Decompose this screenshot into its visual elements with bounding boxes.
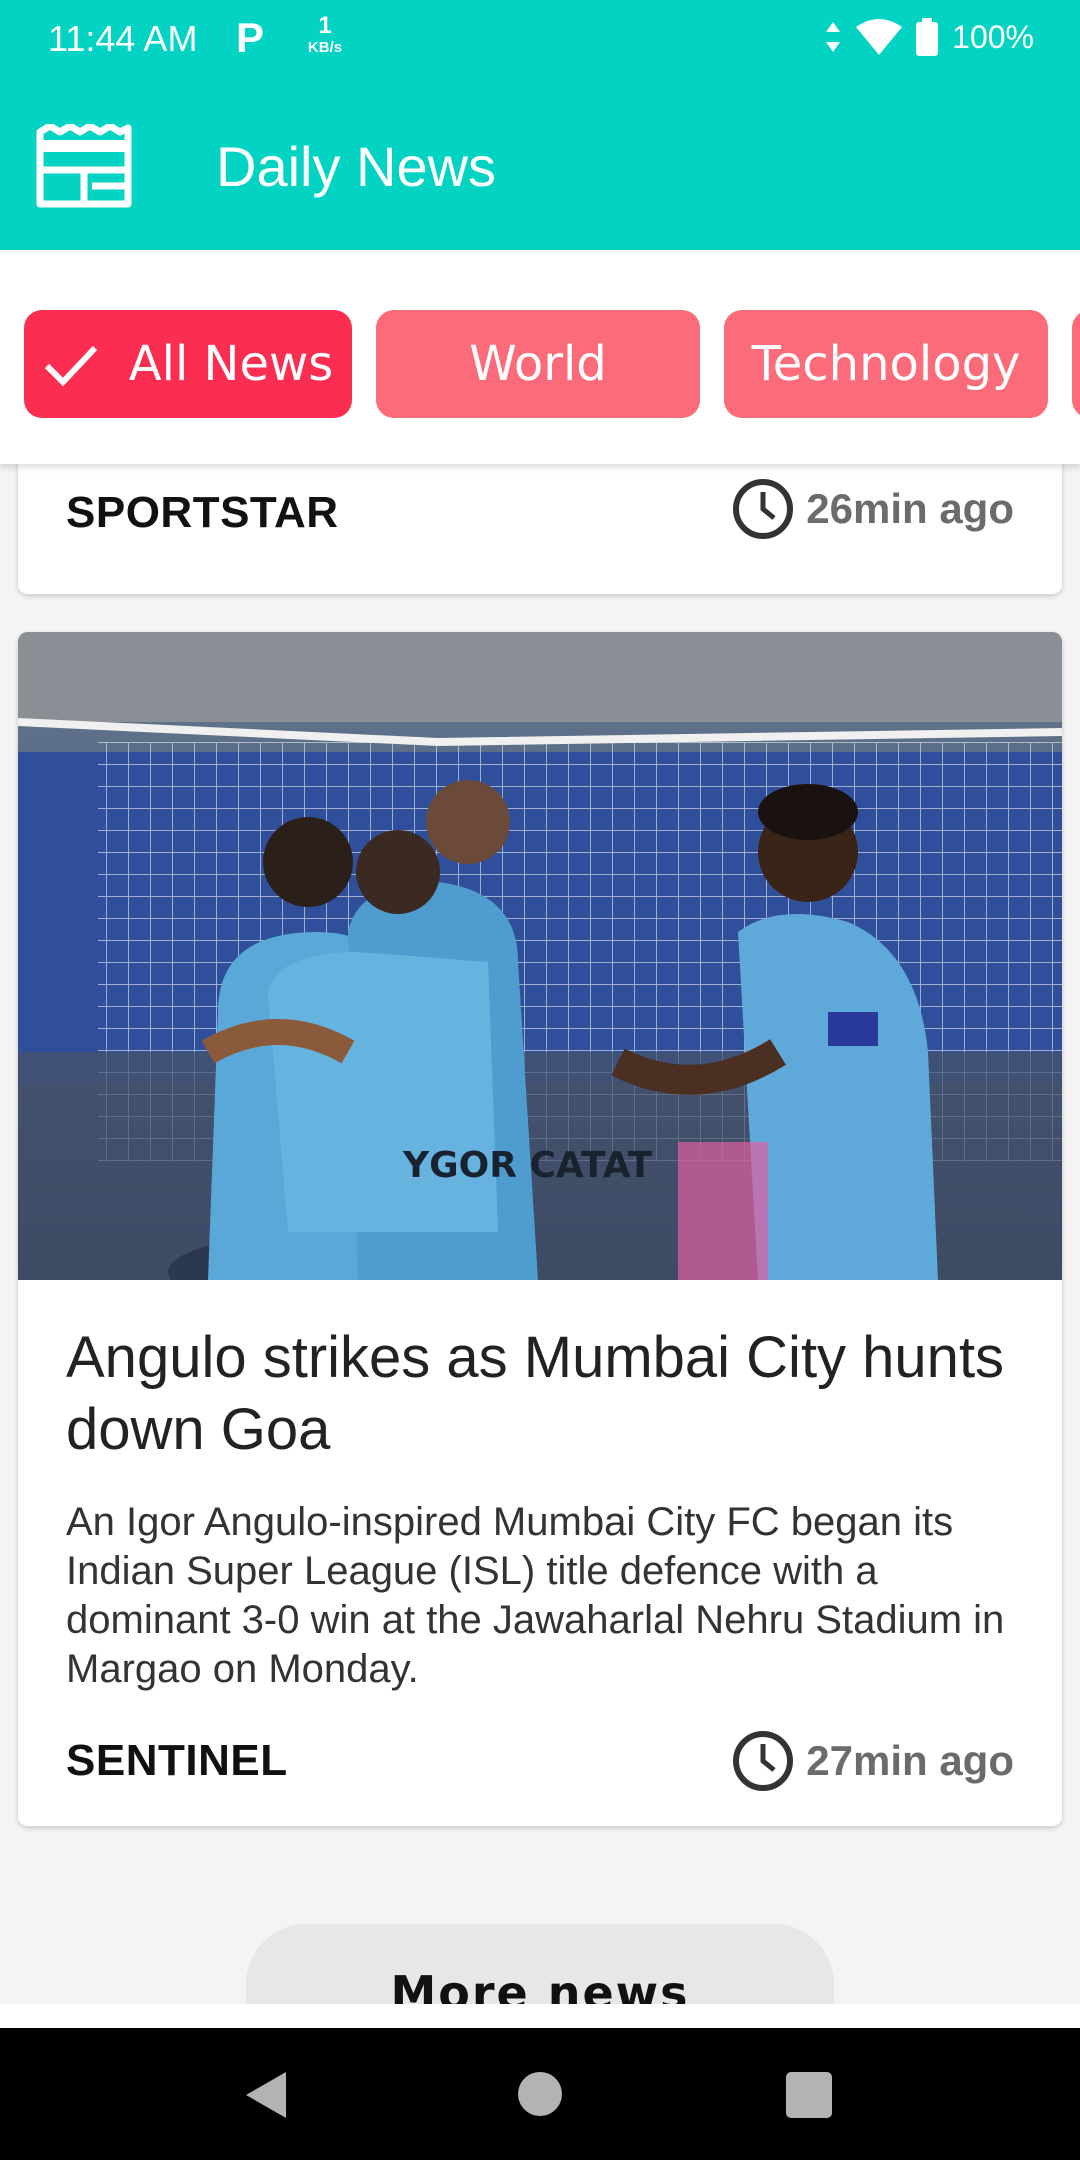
chip-label: All News bbox=[128, 336, 334, 392]
home-icon[interactable] bbox=[518, 2072, 562, 2116]
status-bar: 11:44 AM P 1 KB/s 100% bbox=[0, 0, 1080, 84]
chip-partial[interactable] bbox=[1072, 310, 1080, 418]
status-icons: 100% bbox=[824, 18, 1034, 56]
clock-icon bbox=[733, 479, 794, 539]
feed-bottom bbox=[0, 2004, 1080, 2028]
news-card[interactable]: SPORTSTAR 26min ago bbox=[18, 464, 1062, 594]
chip-all-news[interactable]: All News bbox=[24, 310, 352, 418]
status-time: 11:44 AM bbox=[48, 18, 198, 59]
battery-icon bbox=[916, 18, 939, 56]
data-arrows-icon bbox=[826, 22, 841, 52]
news-time-text: 26min ago bbox=[806, 485, 1014, 532]
chip-label: Technology bbox=[751, 336, 1021, 392]
news-feed[interactable]: SPORTSTAR 26min ago YGOR CATAT Angulo st… bbox=[0, 464, 1080, 2028]
recents-icon[interactable] bbox=[786, 2072, 832, 2118]
parking-icon: P bbox=[236, 14, 265, 61]
speed-unit: KB/s bbox=[307, 39, 343, 56]
network-speed: 1 KB/s bbox=[300, 12, 350, 56]
speed-value: 1 bbox=[318, 12, 332, 39]
news-source: SENTINEL bbox=[66, 1736, 288, 1785]
wifi-icon bbox=[856, 19, 903, 55]
news-time: 26min ago bbox=[732, 478, 1014, 540]
chip-world[interactable]: World bbox=[376, 310, 700, 418]
article-image: YGOR CATAT bbox=[18, 632, 1062, 1280]
back-icon[interactable] bbox=[244, 2070, 288, 2120]
news-time: 27min ago bbox=[732, 1730, 1014, 1792]
category-chips: All News World Technology bbox=[0, 250, 1080, 464]
news-card[interactable]: YGOR CATAT Angulo strikes as Mumbai City… bbox=[18, 632, 1062, 1826]
news-source: SPORTSTAR bbox=[66, 488, 339, 537]
chip-technology[interactable]: Technology bbox=[724, 310, 1048, 418]
chip-label: World bbox=[469, 336, 607, 392]
news-description: An Igor Angulo-inspired Mumbai City FC b… bbox=[66, 1500, 1005, 1691]
newspaper-icon bbox=[36, 124, 132, 208]
app-bar: Daily News bbox=[0, 84, 1080, 250]
app-title: Daily News bbox=[216, 135, 497, 198]
news-time-text: 27min ago bbox=[806, 1737, 1014, 1784]
system-nav-bar bbox=[0, 2028, 1080, 2160]
clock-icon bbox=[733, 1731, 794, 1791]
news-headline: Angulo strikes as Mumbai City hunts down… bbox=[66, 1325, 1005, 1462]
battery-percent: 100% bbox=[952, 18, 1034, 55]
check-icon bbox=[44, 345, 97, 386]
jersey-text: YGOR CATAT bbox=[402, 1145, 653, 1186]
